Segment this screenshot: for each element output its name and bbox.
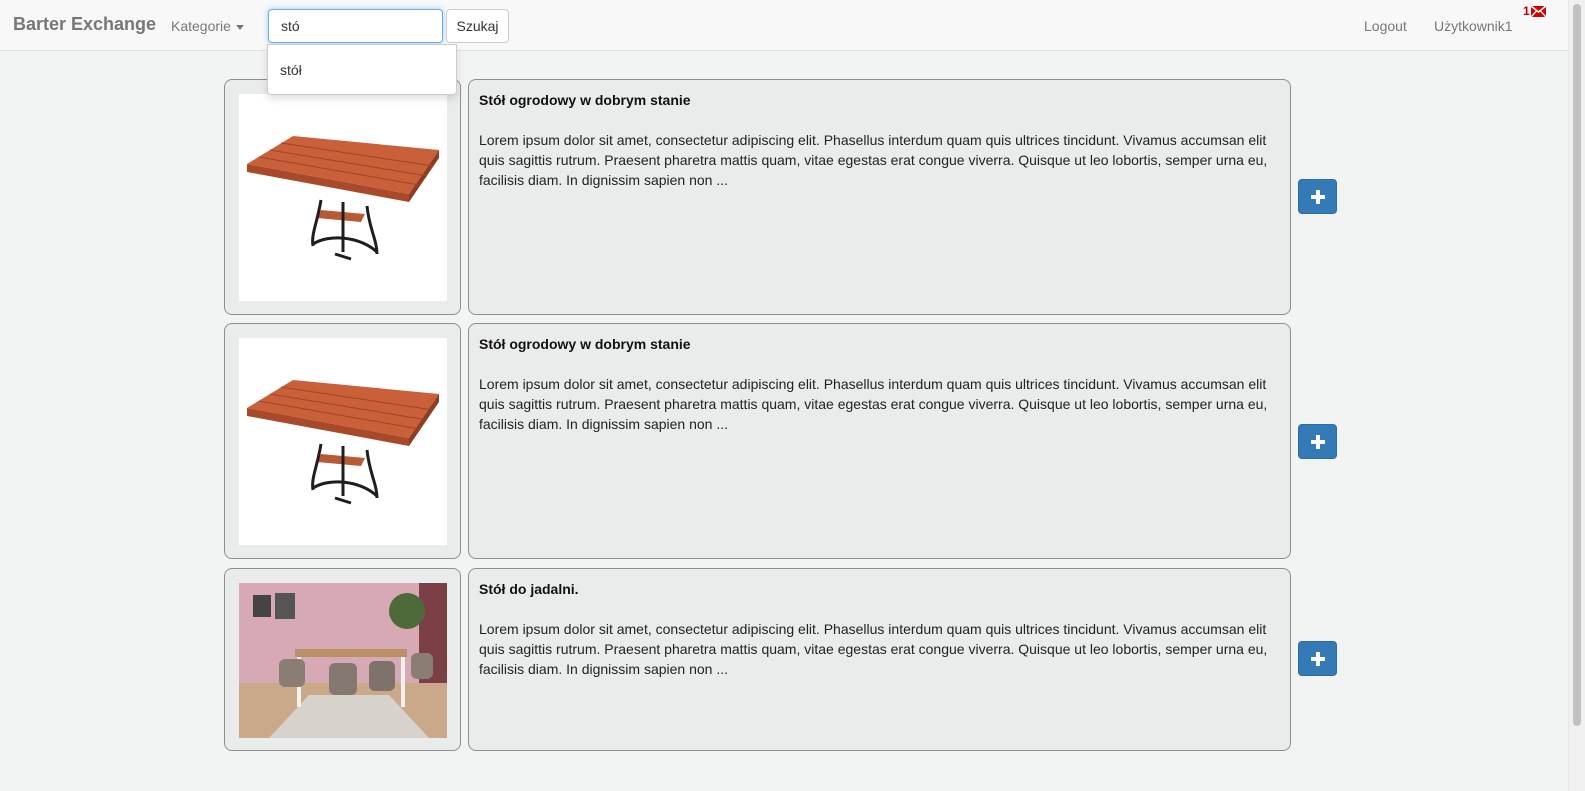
add-button[interactable] <box>1298 179 1337 214</box>
plus-icon <box>1310 434 1325 449</box>
message-count-badge: 1 <box>1523 4 1530 18</box>
page-scrollbar[interactable] <box>1568 0 1585 791</box>
search-button[interactable]: Szukaj <box>446 9 509 43</box>
search-input[interactable] <box>268 9 443 43</box>
navbar: Barter Exchange Kategorie Szukaj Logout … <box>0 0 1568 51</box>
plus-icon <box>1310 651 1325 666</box>
messages-indicator[interactable]: 1 <box>1523 4 1546 18</box>
listing-description: Lorem ipsum dolor sit amet, consectetur … <box>479 621 1268 677</box>
listing-description: Lorem ipsum dolor sit amet, consectetur … <box>479 376 1268 432</box>
listing-image[interactable] <box>239 94 447 301</box>
listing-description-card: Stół ogrodowy w dobrym stanie Lorem ipsu… <box>468 79 1291 315</box>
search-suggestions: stół <box>267 44 457 95</box>
listing-description-card: Stół ogrodowy w dobrym stanie Lorem ipsu… <box>468 323 1291 559</box>
add-button[interactable] <box>1298 424 1337 459</box>
scrollbar-thumb[interactable] <box>1573 4 1581 726</box>
listing-image-card <box>224 323 461 559</box>
garden-table-image <box>247 380 439 505</box>
dining-set-image <box>239 583 447 738</box>
listing-title[interactable]: Stół do jadalni. <box>479 581 1280 597</box>
listing-description-card: Stół do jadalni. Lorem ipsum dolor sit a… <box>468 568 1291 751</box>
suggestion-item[interactable]: stół <box>280 62 302 78</box>
brand-logo[interactable]: Barter Exchange <box>13 14 156 35</box>
user-menu[interactable]: Użytkownik1 <box>1434 18 1513 34</box>
listing-image[interactable] <box>239 338 447 545</box>
categories-dropdown[interactable]: Kategorie <box>171 18 244 34</box>
listing-title[interactable]: Stół ogrodowy w dobrym stanie <box>479 92 1280 108</box>
logout-link[interactable]: Logout <box>1364 18 1407 34</box>
listing-image[interactable] <box>239 583 447 738</box>
envelope-icon <box>1530 5 1546 17</box>
garden-table-image <box>247 136 439 261</box>
listing-title[interactable]: Stół ogrodowy w dobrym stanie <box>479 336 1280 352</box>
listing-image-card <box>224 79 461 315</box>
add-button[interactable] <box>1298 641 1337 676</box>
categories-label: Kategorie <box>171 18 231 34</box>
caret-down-icon <box>235 24 244 30</box>
listing-description: Lorem ipsum dolor sit amet, consectetur … <box>479 132 1268 188</box>
plus-icon <box>1310 189 1325 204</box>
listing-image-card <box>224 568 461 751</box>
